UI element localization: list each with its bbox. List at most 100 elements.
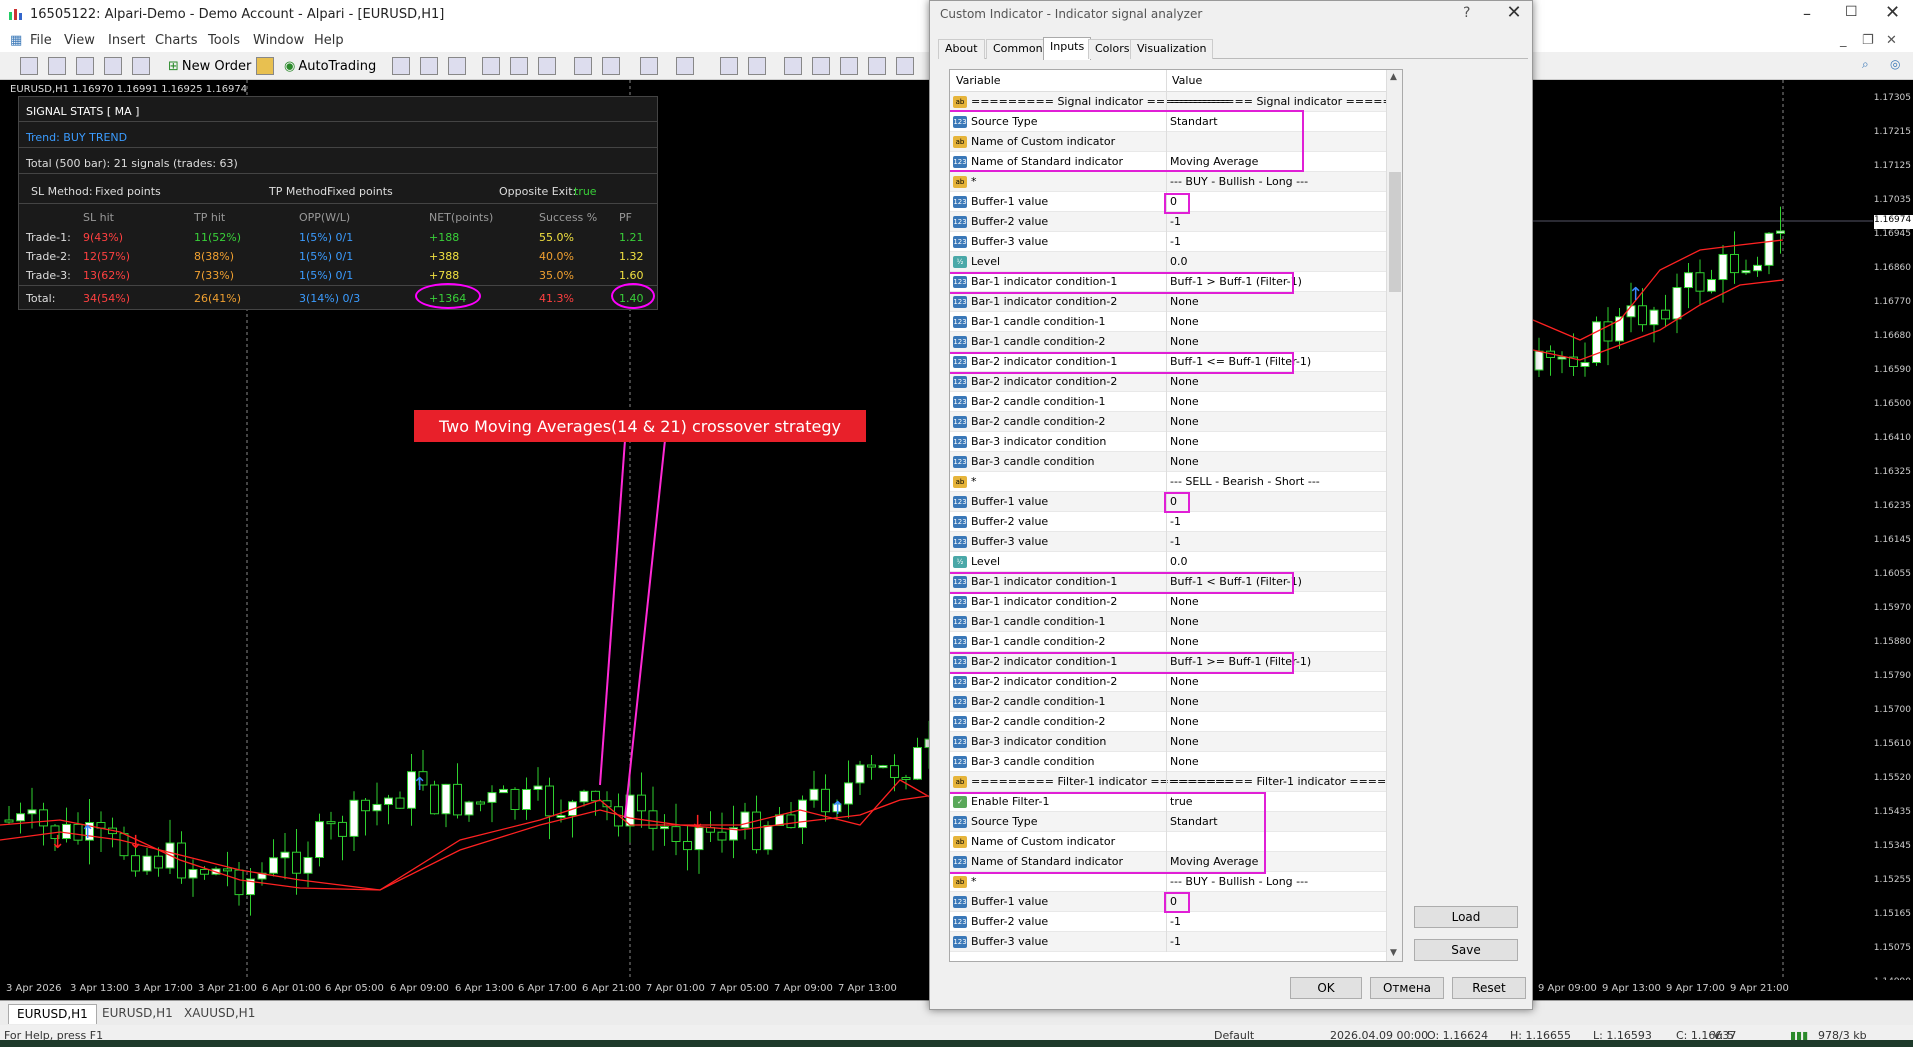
navigator-icon[interactable]	[104, 57, 122, 75]
scroll-up-icon[interactable]: ▲	[1390, 72, 1397, 82]
input-value[interactable]: None	[1170, 375, 1199, 388]
new-order-button[interactable]: ⊞ New Order	[168, 56, 251, 76]
input-value[interactable]: None	[1170, 415, 1199, 428]
fibonacci-icon[interactable]	[896, 57, 914, 75]
input-value[interactable]: -1	[1170, 915, 1181, 928]
input-value[interactable]: None	[1170, 695, 1199, 708]
input-value[interactable]: None	[1170, 735, 1199, 748]
menu-insert[interactable]: Insert	[108, 33, 145, 48]
input-row[interactable]: 123 Bar-1 candle condition-2 None	[950, 632, 1386, 652]
input-value[interactable]: 0.0	[1170, 555, 1188, 568]
search-icon[interactable]: ⌕	[1862, 57, 1869, 72]
metaeditor-icon[interactable]	[256, 57, 274, 75]
bar-chart-icon[interactable]	[392, 57, 410, 75]
input-row[interactable]: 123 Bar-1 candle condition-2 None	[950, 332, 1386, 352]
inner-close-button[interactable]: ✕	[1886, 33, 1897, 48]
menu-tools[interactable]: Tools	[208, 33, 240, 48]
indicators-icon[interactable]	[640, 57, 658, 75]
terminal-icon[interactable]	[132, 57, 150, 75]
vertical-line-icon[interactable]	[784, 57, 802, 75]
save-button[interactable]: Save	[1414, 939, 1518, 961]
input-row[interactable]: ab ========= Signal indicator ========= ==…	[950, 92, 1402, 112]
grid-scrollbar[interactable]: ▲ ▼	[1386, 70, 1402, 961]
input-row[interactable]: 123 Bar-1 indicator condition-2 None	[950, 592, 1386, 612]
tab-xauusd-h1[interactable]: XAUUSD,H1	[176, 1004, 263, 1024]
menu-charts[interactable]: Charts	[155, 33, 198, 48]
new-chart-icon[interactable]	[20, 57, 38, 75]
autoscroll-icon[interactable]	[574, 57, 592, 75]
periods-icon[interactable]	[676, 57, 694, 75]
input-value[interactable]: None	[1170, 675, 1199, 688]
tile-windows-icon[interactable]	[538, 57, 556, 75]
input-value[interactable]: -1	[1170, 235, 1181, 248]
menu-view[interactable]: View	[64, 33, 95, 48]
minimize-button[interactable]: –	[1803, 4, 1811, 23]
input-value[interactable]: None	[1170, 715, 1199, 728]
input-value[interactable]: -1	[1170, 535, 1181, 548]
ok-button[interactable]: OK	[1290, 977, 1362, 999]
tab-visualization[interactable]: Visualization	[1130, 39, 1214, 59]
crosshair-icon[interactable]	[748, 57, 766, 75]
input-row[interactable]: 123 Buffer-3 value -1	[950, 232, 1386, 252]
input-row[interactable]: 123 Buffer-2 value -1	[950, 512, 1386, 532]
line-chart-icon[interactable]	[448, 57, 466, 75]
input-value[interactable]: --- SELL - Bearish - Short ---	[1170, 475, 1320, 488]
input-row[interactable]: 123 Bar-2 indicator condition-2 None	[950, 672, 1386, 692]
input-value[interactable]: --- BUY - Bullish - Long ---	[1170, 175, 1308, 188]
inner-restore-button[interactable]: ❐	[1862, 33, 1874, 48]
menu-help[interactable]: Help	[314, 33, 344, 48]
load-button[interactable]: Load	[1414, 906, 1518, 928]
input-row[interactable]: 123 Bar-3 indicator condition None	[950, 432, 1386, 452]
inner-minimize-button[interactable]: _	[1840, 33, 1847, 48]
input-value[interactable]: ========= Filter-1 indicator =========	[1170, 775, 1402, 788]
community-icon[interactable]: ◎	[1890, 57, 1900, 71]
candlestick-icon[interactable]	[420, 57, 438, 75]
tab-eurusd-h1[interactable]: EURUSD,H1	[8, 1004, 97, 1024]
autotrading-button[interactable]: ◉ AutoTrading	[284, 56, 376, 76]
input-row[interactable]: 123 Bar-1 candle condition-1 None	[950, 612, 1386, 632]
chart-menu-icon[interactable]: ▦	[10, 33, 22, 48]
input-row[interactable]: 123 Bar-2 candle condition-2 None	[950, 712, 1386, 732]
input-value[interactable]: None	[1170, 295, 1199, 308]
scroll-down-icon[interactable]: ▼	[1390, 948, 1397, 958]
input-row[interactable]: 123 Bar-1 indicator condition-2 None	[950, 292, 1386, 312]
input-value[interactable]: None	[1170, 435, 1199, 448]
close-window-button[interactable]: ✕	[1885, 2, 1900, 23]
input-row[interactable]: 123 Buffer-3 value -1	[950, 532, 1386, 552]
input-row[interactable]: ½ Level 0.0	[950, 252, 1386, 272]
input-value[interactable]: -1	[1170, 515, 1181, 528]
input-value[interactable]: None	[1170, 315, 1199, 328]
input-value[interactable]: None	[1170, 595, 1199, 608]
input-row[interactable]: 123 Bar-3 indicator condition None	[950, 732, 1386, 752]
input-value[interactable]: None	[1170, 335, 1199, 348]
tab-about[interactable]: About	[938, 39, 985, 59]
input-value[interactable]: ========= Signal indicator =========	[1170, 95, 1402, 108]
tab-common[interactable]: Common	[986, 39, 1050, 59]
dialog-help-button[interactable]: ?	[1463, 5, 1470, 21]
maximize-button[interactable]: ☐	[1845, 4, 1858, 20]
input-row[interactable]: ab ========= Filter-1 indicator =========…	[950, 772, 1402, 792]
input-value[interactable]: 0.0	[1170, 255, 1188, 268]
input-value[interactable]: None	[1170, 455, 1199, 468]
input-value[interactable]: -1	[1170, 935, 1181, 948]
chart-shift-icon[interactable]	[602, 57, 620, 75]
tab-inputs[interactable]: Inputs	[1043, 37, 1092, 60]
input-value[interactable]: None	[1170, 395, 1199, 408]
cancel-button[interactable]: Отмена	[1370, 977, 1444, 999]
input-row[interactable]: 123 Bar-2 candle condition-2 None	[950, 412, 1386, 432]
input-row[interactable]: 123 Bar-2 indicator condition-2 None	[950, 372, 1386, 392]
zoom-out-icon[interactable]	[510, 57, 528, 75]
profiles-icon[interactable]	[48, 57, 66, 75]
input-row[interactable]: 123 Bar-1 candle condition-1 None	[950, 312, 1386, 332]
zoom-in-icon[interactable]	[482, 57, 500, 75]
input-row[interactable]: 123 Bar-3 candle condition None	[950, 452, 1386, 472]
input-row[interactable]: 123 Bar-2 candle condition-1 None	[950, 692, 1386, 712]
input-row[interactable]: ab * --- BUY - Bullish - Long ---	[950, 172, 1386, 192]
scroll-thumb[interactable]	[1389, 172, 1401, 292]
input-row[interactable]: 123 Buffer-2 value -1	[950, 912, 1386, 932]
input-row[interactable]: ½ Level 0.0	[950, 552, 1386, 572]
input-value[interactable]: --- BUY - Bullish - Long ---	[1170, 875, 1308, 888]
reset-button[interactable]: Reset	[1452, 977, 1526, 999]
input-value[interactable]: None	[1170, 635, 1199, 648]
menu-window[interactable]: Window	[253, 33, 304, 48]
